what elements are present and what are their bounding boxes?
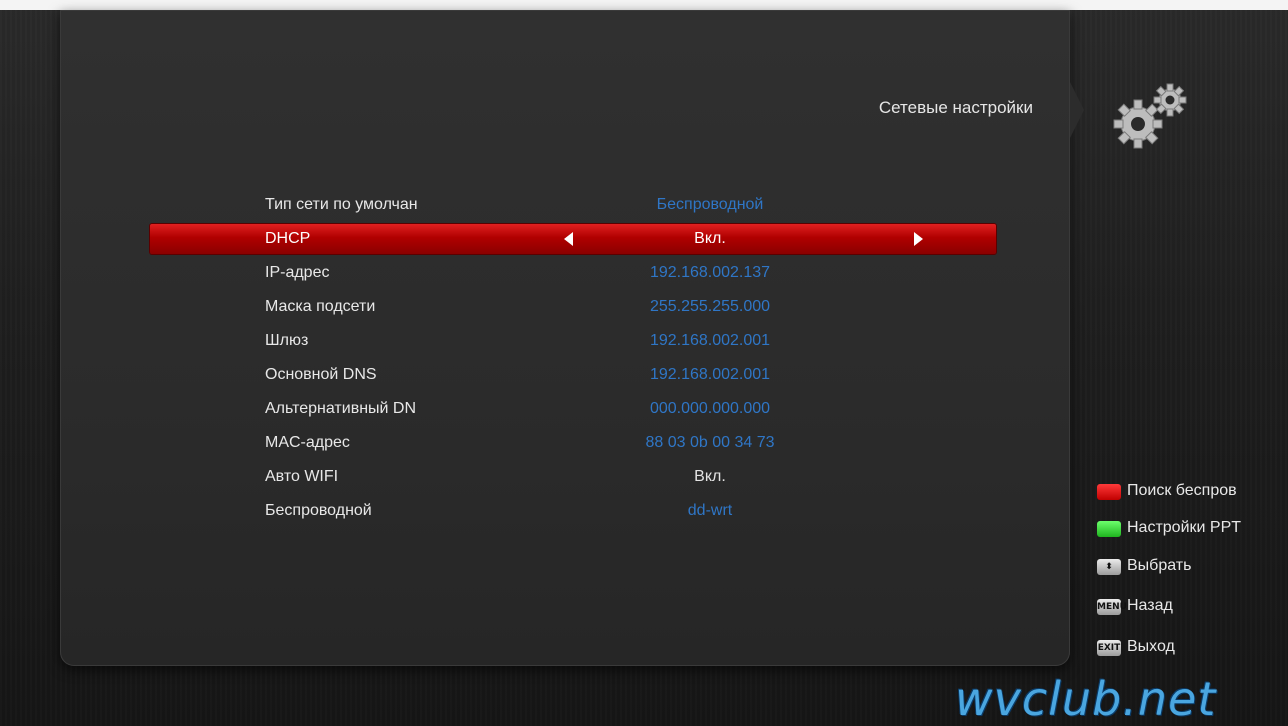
gear-icon [1113,83,1187,149]
arrow-right-icon[interactable] [914,232,923,246]
setting-value: 192.168.002.001 [649,366,771,383]
setting-label: Основной DNS [265,366,377,383]
setting-value: 192.168.002.001 [649,332,771,349]
red-key-icon [1097,484,1121,500]
title-pointer [1070,82,1084,138]
setting-row-mac-address[interactable]: MAC-адрес 88 03 0b 00 34 73 [150,428,996,458]
setting-value: 000.000.000.000 [649,400,771,417]
setting-value: Беспроводной [656,196,764,213]
setting-label: IP-адрес [265,264,330,281]
setting-label: Авто WIFI [265,468,339,485]
setting-row-network-type[interactable]: Тип сети по умолчан Беспроводной [150,190,996,220]
exit-key-icon: EXIT [1097,640,1121,656]
arrow-left-icon[interactable] [564,232,573,246]
setting-row-wireless[interactable]: Беспроводной dd-wrt [150,496,996,526]
setting-label: Шлюз [265,332,309,349]
setting-value: 255.255.255.000 [649,298,771,315]
page-title: Сетевые настройки [878,98,1033,117]
setting-value: Вкл. [694,230,726,247]
watermark: wvclub.net [955,672,1217,726]
setting-row-alternate-dns[interactable]: Альтернативный DN 000.000.000.000 [150,394,996,424]
setting-row-gateway[interactable]: Шлюз 192.168.002.001 [150,326,996,356]
setting-label: DHCP [265,230,311,247]
setting-row-dhcp[interactable]: DHCP Вкл. [150,224,996,254]
setting-label: Беспроводной [265,502,372,519]
legend-text: Выбрать [1127,557,1192,574]
setting-label: MAC-адрес [265,434,350,451]
setting-value: Вкл. [694,468,726,485]
setting-value: 88 03 0b 00 34 73 [645,434,775,451]
setting-label: Альтернативный DN [265,400,417,417]
legend-text: Поиск беспров [1127,482,1237,499]
setting-value: 192.168.002.137 [649,264,771,281]
menu-key-icon: MENU [1097,599,1127,615]
setting-row-auto-wifi[interactable]: Авто WIFI Вкл. [150,462,996,492]
setting-row-primary-dns[interactable]: Основной DNS 192.168.002.001 [150,360,996,390]
setting-row-subnet-mask[interactable]: Маска подсети 255.255.255.000 [150,292,996,322]
setting-label: Маска подсети [265,298,376,315]
top-border [0,0,1288,10]
legend-text: Назад [1127,597,1173,614]
legend-text: Выход [1127,638,1175,655]
setting-row-ip-address[interactable]: IP-адрес 192.168.002.137 [150,258,996,288]
updown-key-icon: ⬍ [1097,559,1121,575]
setting-label: Тип сети по умолчан [265,196,418,213]
green-key-icon [1097,521,1121,537]
legend-text: Настройки PPT [1127,519,1242,536]
setting-value: dd-wrt [687,502,733,519]
